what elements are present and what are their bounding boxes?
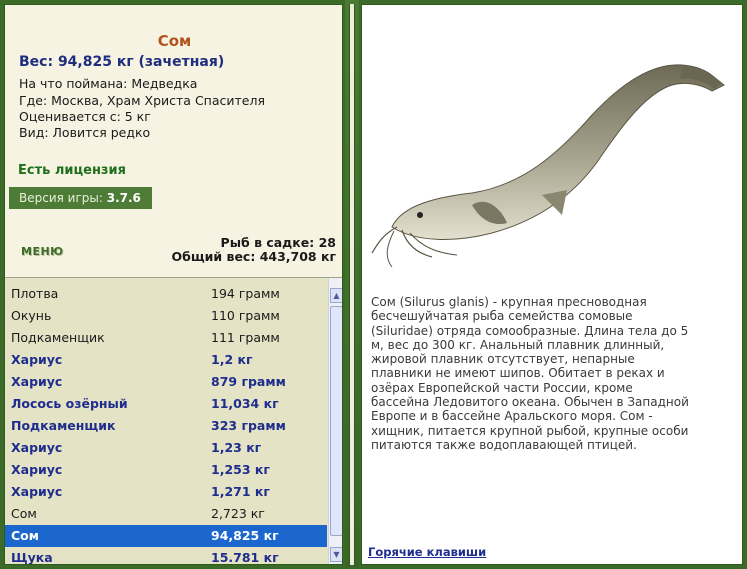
scroll-down-arrow-icon[interactable]: ▼	[330, 547, 342, 562]
catch-fish-weight: 1,2 кг	[211, 352, 253, 367]
catch-list[interactable]: Плотва 194 грамм Окунь 110 грамм Подкаменщик…	[5, 283, 327, 565]
version-value: 3.7.6	[106, 191, 141, 205]
catch-list-row[interactable]: Хариус 1,271 кг	[5, 481, 327, 503]
catch-list-row[interactable]: Лосось озёрный 11,034 кг	[5, 393, 327, 415]
license-status: Есть лицензия	[18, 163, 126, 178]
total-weight: Общий вес: 443,708 кг	[171, 249, 337, 264]
catch-list-scrollbar[interactable]: ▲ ▼	[328, 278, 342, 564]
catch-fish-weight: 1,23 кг	[211, 440, 262, 455]
catch-fish-name: Хариус	[11, 352, 63, 367]
catch-fish-weight: 15.781 кг	[211, 550, 279, 565]
catch-fish-name: Хариус	[11, 374, 63, 389]
catch-list-row[interactable]: Щука 15.781 кг	[5, 547, 327, 565]
catch-fish-name: Подкаменщик	[11, 418, 116, 433]
catch-fish-weight: 194 грамм	[211, 286, 280, 301]
fish-details-panel: Сом (Silurus glanis) - крупная пресновод…	[361, 4, 743, 565]
catch-fish-name: Сом	[11, 506, 37, 521]
panel-divider-line	[349, 4, 355, 565]
menu-button[interactable]: МЕНЮ	[21, 245, 64, 258]
location-info: Где: Москва, Храм Христа Спасителя	[19, 93, 265, 108]
catch-fish-weight: 2,723 кг	[211, 506, 265, 521]
catch-fish-name: Плотва	[11, 286, 59, 301]
catch-fish-weight: 879 грамм	[211, 374, 286, 389]
hotkeys-link[interactable]: Горячие клавиши	[368, 545, 486, 559]
catch-fish-name: Хариус	[11, 462, 63, 477]
scroll-up-arrow-icon[interactable]: ▲	[330, 288, 342, 303]
catch-list-area: Плотва 194 грамм Окунь 110 грамм Подкаменщик…	[5, 277, 342, 565]
catch-list-row[interactable]: Сом 94,825 кг	[5, 525, 327, 547]
catch-fish-weight: 1,271 кг	[211, 484, 270, 499]
fish-description: Сом (Silurus glanis) - крупная пресновод…	[371, 295, 689, 452]
catfish-image	[371, 64, 725, 268]
fish-title: Сом	[157, 32, 192, 50]
catch-list-row[interactable]: Сом 2,723 кг	[5, 503, 327, 525]
fish-count: Рыб в садке: 28	[220, 235, 336, 250]
catch-fish-weight: 110 грамм	[211, 308, 280, 323]
catch-list-row[interactable]: Хариус 879 грамм	[5, 371, 327, 393]
catch-fish-weight: 1,253 кг	[211, 462, 270, 477]
catch-fish-name: Окунь	[11, 308, 52, 323]
catch-list-row[interactable]: Хариус 1,253 кг	[5, 459, 327, 481]
catch-fish-name: Лосось озёрный	[11, 396, 128, 411]
catch-fish-weight: 323 грамм	[211, 418, 286, 433]
version-label: Версия игры:	[19, 191, 103, 205]
version-bar: Версия игры: 3.7.6	[9, 187, 152, 209]
catch-fish-name: Сом	[11, 528, 39, 543]
fish-weight: Вес: 94,825 кг (зачетная)	[19, 54, 225, 70]
catch-fish-weight: 11,034 кг	[211, 396, 279, 411]
scroll-thumb[interactable]	[330, 306, 342, 536]
catch-fish-weight: 111 грамм	[211, 330, 280, 345]
catch-fish-name: Подкаменщик	[11, 330, 105, 345]
catch-list-row[interactable]: Хариус 1,2 кг	[5, 349, 327, 371]
fish-info-panel: Сом Вес: 94,825 кг (зачетная) На что пой…	[4, 4, 343, 565]
catch-list-row[interactable]: Подкаменщик 111 грамм	[5, 327, 327, 349]
catch-list-row[interactable]: Подкаменщик 323 грамм	[5, 415, 327, 437]
catch-fish-name: Щука	[11, 550, 53, 565]
catch-fish-name: Хариус	[11, 440, 63, 455]
bait-info: На что поймана: Медведка	[19, 76, 198, 91]
catch-fish-name: Хариус	[11, 484, 63, 499]
catch-list-row[interactable]: Окунь 110 грамм	[5, 305, 327, 327]
valued-from-info: Оценивается с: 5 кг	[19, 109, 151, 124]
catch-fish-weight: 94,825 кг	[211, 528, 279, 543]
catch-list-row[interactable]: Хариус 1,23 кг	[5, 437, 327, 459]
catch-list-row[interactable]: Плотва 194 грамм	[5, 283, 327, 305]
species-rarity-info: Вид: Ловится редко	[19, 125, 151, 140]
keepnet-stats: Рыб в садке: 28 Общий вес: 443,708 кг	[172, 236, 337, 264]
